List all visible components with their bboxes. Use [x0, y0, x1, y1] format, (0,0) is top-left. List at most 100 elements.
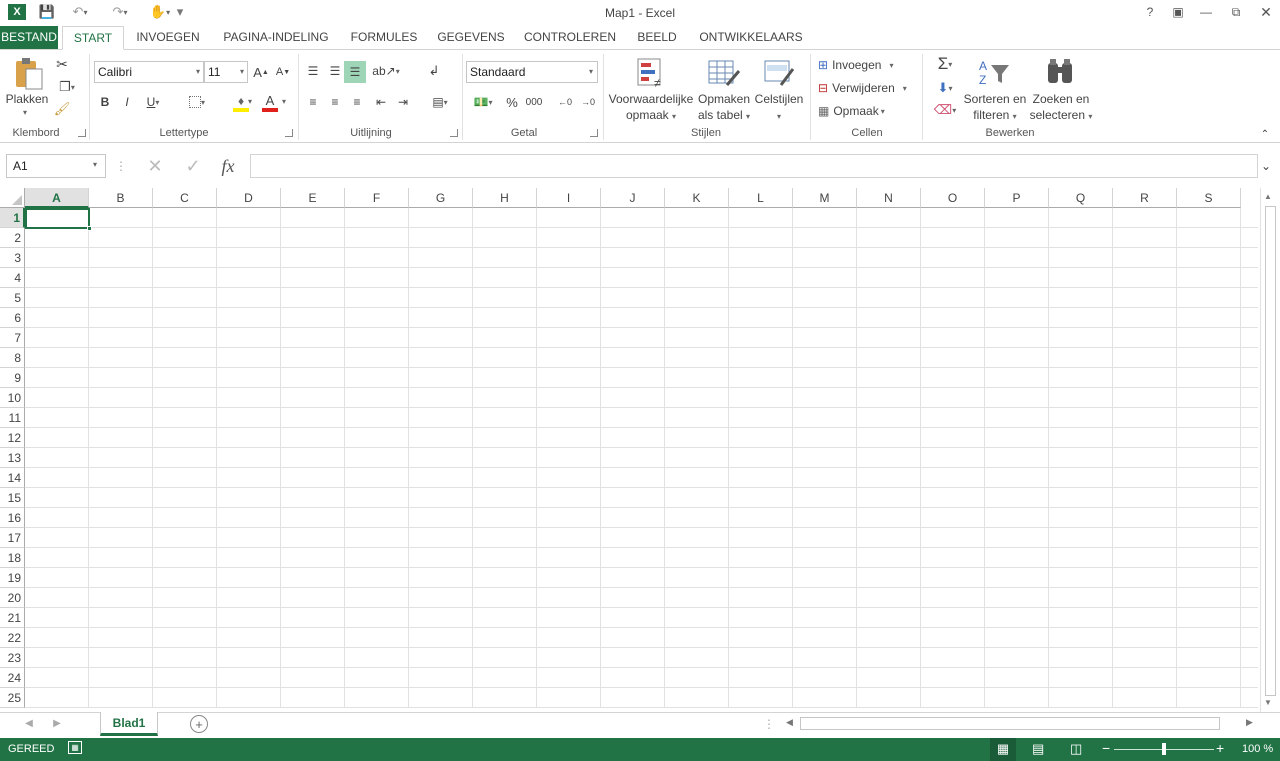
- column-header-g[interactable]: G: [409, 188, 473, 208]
- select-all-corner[interactable]: [0, 188, 25, 208]
- column-header-a[interactable]: A: [25, 188, 89, 208]
- tab-invoegen[interactable]: INVOEGEN: [132, 26, 204, 50]
- help-icon[interactable]: ?: [1136, 2, 1164, 22]
- row-header-15[interactable]: 15: [0, 488, 25, 508]
- column-header-h[interactable]: H: [473, 188, 537, 208]
- sheet-tab-blad1[interactable]: Blad1: [100, 712, 158, 736]
- paste-icon[interactable]: [10, 56, 46, 94]
- tab-bestand[interactable]: BESTAND: [0, 26, 58, 50]
- sort-filter-icon[interactable]: AZ: [976, 56, 1012, 90]
- row-header-20[interactable]: 20: [0, 588, 25, 608]
- underline-button[interactable]: U ▾: [140, 93, 166, 111]
- font-color-icon[interactable]: A: [260, 93, 280, 113]
- accounting-format-icon[interactable]: 💵 ▾: [468, 93, 498, 111]
- row-header-25[interactable]: 25: [0, 688, 25, 708]
- sort-filter-button[interactable]: Sorteren en filteren ▾: [962, 91, 1028, 125]
- cancel-entry-icon[interactable]: ✕: [142, 156, 168, 176]
- expand-formula-bar-icon[interactable]: ⌄: [1258, 158, 1274, 174]
- zoom-slider-thumb[interactable]: [1162, 743, 1166, 755]
- column-header-m[interactable]: M: [793, 188, 857, 208]
- normal-view-icon[interactable]: ▦: [990, 738, 1016, 761]
- tab-start[interactable]: START: [62, 26, 124, 50]
- decrease-indent-icon[interactable]: ⇤: [372, 93, 390, 111]
- row-header-18[interactable]: 18: [0, 548, 25, 568]
- decrease-decimal-icon[interactable]: →0: [578, 93, 598, 111]
- row-header-7[interactable]: 7: [0, 328, 25, 348]
- autosum-icon[interactable]: Σ ▾: [930, 54, 960, 74]
- scroll-left-icon[interactable]: ◀: [786, 717, 793, 728]
- increase-decimal-icon[interactable]: ←0: [556, 93, 574, 111]
- paste-dropdown-icon[interactable]: ▾: [23, 108, 27, 117]
- column-header-d[interactable]: D: [217, 188, 281, 208]
- vertical-scrollbar[interactable]: ▲ ▼: [1260, 188, 1280, 712]
- zoom-slider[interactable]: [1114, 743, 1214, 755]
- comma-style-button[interactable]: 000: [524, 93, 544, 111]
- column-header-p[interactable]: P: [985, 188, 1049, 208]
- grow-font-button[interactable]: A ▲: [252, 63, 270, 81]
- font-name-select[interactable]: Calibri ▾: [94, 61, 204, 83]
- row-header-23[interactable]: 23: [0, 648, 25, 668]
- row-header-13[interactable]: 13: [0, 448, 25, 468]
- column-header-j[interactable]: J: [601, 188, 665, 208]
- zoom-in-icon[interactable]: +: [1216, 740, 1224, 756]
- active-cell-a1[interactable]: [25, 208, 90, 229]
- name-box-dropdown-icon[interactable]: ▾: [93, 160, 97, 169]
- font-color-dropdown-icon[interactable]: ▾: [282, 97, 286, 106]
- row-header-17[interactable]: 17: [0, 528, 25, 548]
- row-header-2[interactable]: 2: [0, 228, 25, 248]
- row-header-11[interactable]: 11: [0, 408, 25, 428]
- row-header-14[interactable]: 14: [0, 468, 25, 488]
- horizontal-scrollbar[interactable]: ◀ ▶: [784, 716, 1258, 732]
- row-header-10[interactable]: 10: [0, 388, 25, 408]
- bold-button[interactable]: B: [96, 93, 114, 111]
- column-header-f[interactable]: F: [345, 188, 409, 208]
- restore-icon[interactable]: ⧉: [1222, 2, 1250, 22]
- tab-gegevens[interactable]: GEGEVENS: [436, 26, 506, 50]
- align-left-icon[interactable]: ≡: [304, 93, 322, 111]
- sheet-split-grip-icon[interactable]: ⋮: [763, 716, 775, 732]
- macro-record-icon[interactable]: ▦: [68, 741, 82, 754]
- wrap-text-icon[interactable]: ↲: [424, 62, 444, 80]
- increase-indent-icon[interactable]: ⇥: [394, 93, 412, 111]
- borders-icon[interactable]: ▾: [182, 93, 212, 111]
- orientation-icon[interactable]: ab↗ ▾: [372, 62, 400, 80]
- clear-icon[interactable]: ⌫ ▾: [930, 100, 960, 120]
- row-header-3[interactable]: 3: [0, 248, 25, 268]
- italic-button[interactable]: I: [118, 93, 136, 111]
- uitlijning-launcher-icon[interactable]: [450, 129, 458, 137]
- format-cells-button[interactable]: ▦ Opmaak ▾: [818, 101, 898, 121]
- fill-handle[interactable]: [87, 226, 92, 231]
- horizontal-scroll-thumb[interactable]: [800, 717, 1220, 730]
- row-header-22[interactable]: 22: [0, 628, 25, 648]
- find-select-button[interactable]: Zoeken en selecteren ▾: [1028, 91, 1094, 125]
- formula-input[interactable]: [250, 154, 1258, 178]
- insert-function-icon[interactable]: fx: [214, 155, 242, 177]
- row-header-24[interactable]: 24: [0, 668, 25, 688]
- confirm-entry-icon[interactable]: ✓: [180, 156, 206, 176]
- scroll-down-icon[interactable]: ▼: [1264, 698, 1272, 707]
- format-as-table-button[interactable]: Opmaken als tabel ▾: [694, 91, 754, 125]
- cut-icon[interactable]: ✂: [52, 55, 72, 73]
- format-painter-icon[interactable]: 🖌: [52, 100, 72, 118]
- tab-beeld[interactable]: BEELD: [634, 26, 680, 50]
- tab-ontwikkelaars[interactable]: ONTWIKKELAARS: [696, 26, 806, 50]
- column-header-i[interactable]: I: [537, 188, 601, 208]
- page-layout-view-icon[interactable]: ▤: [1032, 741, 1044, 757]
- page-break-view-icon[interactable]: ◫: [1070, 741, 1082, 757]
- klembord-launcher-icon[interactable]: [78, 129, 86, 137]
- merge-center-icon[interactable]: ▤ ▾: [424, 93, 456, 111]
- close-icon[interactable]: ✕: [1252, 2, 1280, 22]
- copy-icon[interactable]: ❐ ▾: [52, 78, 82, 96]
- paste-button[interactable]: Plakken: [4, 91, 50, 107]
- zoom-out-icon[interactable]: −: [1102, 740, 1110, 756]
- align-top-icon[interactable]: ☰: [304, 62, 322, 80]
- column-header-e[interactable]: E: [281, 188, 345, 208]
- column-header-c[interactable]: C: [153, 188, 217, 208]
- column-header-l[interactable]: L: [729, 188, 793, 208]
- row-header-16[interactable]: 16: [0, 508, 25, 528]
- column-header-k[interactable]: K: [665, 188, 729, 208]
- cell-styles-button[interactable]: Celstijlen ▾: [752, 91, 806, 125]
- number-format-select[interactable]: Standaard ▾: [466, 61, 598, 83]
- delete-cells-button[interactable]: ⊟ Verwijderen ▾: [818, 78, 918, 98]
- row-header-1[interactable]: 1: [0, 208, 25, 228]
